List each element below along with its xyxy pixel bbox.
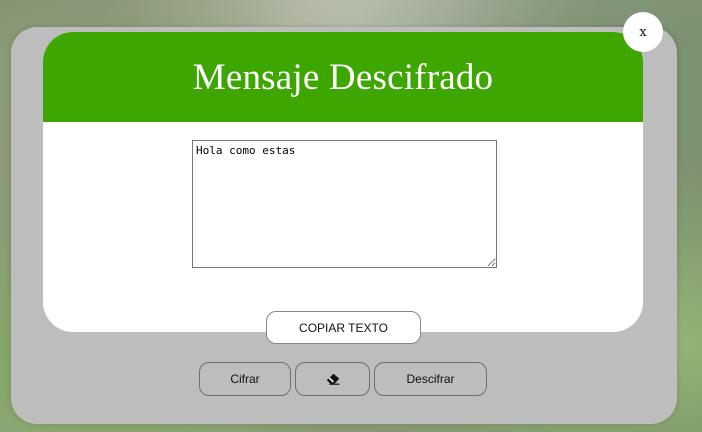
card-header: Mensaje Descifrado: [43, 32, 643, 122]
eraser-icon: [326, 373, 339, 385]
decrypted-message-textarea[interactable]: [192, 140, 497, 268]
decrypted-message-card: Mensaje Descifrado: [43, 32, 643, 332]
copy-text-button[interactable]: COPIAR TEXTO: [266, 311, 421, 344]
decrypt-button[interactable]: Descifrar: [374, 362, 487, 396]
dialog-title: Mensaje Descifrado: [192, 56, 494, 98]
encrypt-button[interactable]: Cifrar: [199, 362, 291, 396]
close-button[interactable]: x: [623, 12, 663, 52]
clear-button[interactable]: [295, 362, 370, 396]
